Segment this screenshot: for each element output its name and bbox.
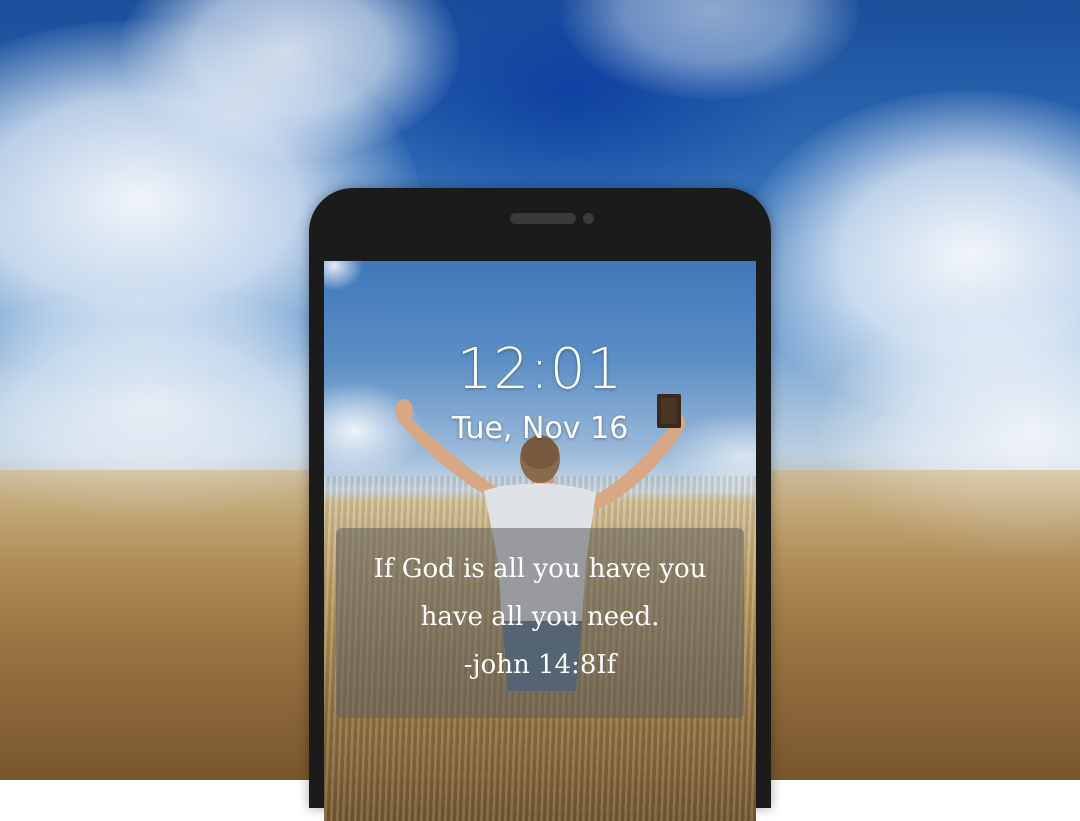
lock-date: Tue, Nov 16 <box>451 411 629 446</box>
front-camera-icon <box>583 213 594 224</box>
verse-text-line: have all you need. <box>420 602 660 632</box>
lock-screen[interactable]: 12:01 Tue, Nov 16 If God is all you have… <box>324 261 756 821</box>
speaker-grille-icon <box>510 213 576 224</box>
verse-reference: -john 14:8If <box>463 650 617 680</box>
phone-mockup: 12:01 Tue, Nov 16 If God is all you have… <box>309 188 771 821</box>
lock-clock: 12:01 <box>456 337 624 402</box>
verse-text-line: If God is all you have you <box>373 554 707 584</box>
verse-card[interactable]: If God is all you have you have all you … <box>336 528 744 718</box>
